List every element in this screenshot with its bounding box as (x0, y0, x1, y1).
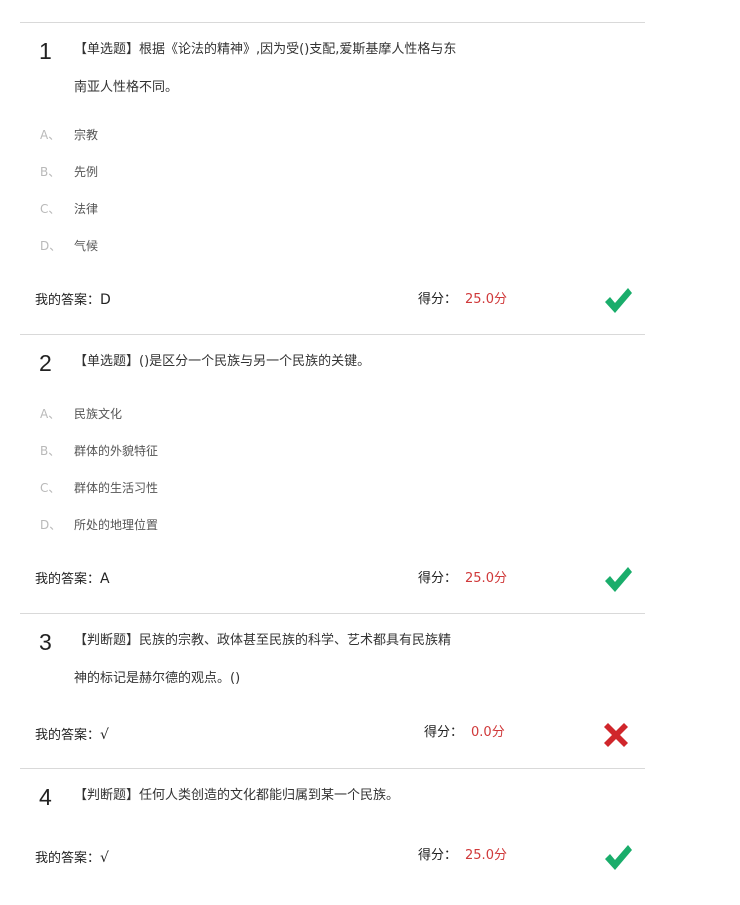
my-answer-value: √ (100, 727, 109, 743)
question-number: 1 (39, 38, 52, 64)
score-value: 0.0分 (471, 725, 505, 740)
question-text-line: 【判断题】民族的宗教、政体甚至民族的科学、艺术都具有民族精 (74, 633, 452, 648)
score-label: 得分： (424, 725, 464, 740)
my-answer: 我的答案：√ (35, 849, 109, 868)
score: 得分： 25.0分 (418, 570, 507, 588)
question-text-line: 【判断题】任何人类创造的文化都能归属到某一个民族。 (74, 788, 400, 803)
my-answer-label: 我的答案： (35, 728, 101, 743)
option-text: 所处的地理位置 (74, 518, 159, 532)
option-text: 先例 (74, 165, 99, 179)
score-label: 得分： (418, 848, 458, 863)
my-answer-label: 我的答案： (35, 851, 101, 866)
divider (20, 613, 645, 614)
my-answer-value: A (100, 571, 110, 587)
option-text: 群体的生活习性 (74, 481, 159, 495)
option-text: 宗教 (74, 128, 99, 142)
question-text-line: 南亚人性格不同。 (74, 80, 179, 95)
question-number: 3 (39, 629, 52, 655)
cross-icon (604, 723, 628, 747)
question-text-line: 【单选题】()是区分一个民族与另一个民族的关键。 (74, 354, 371, 369)
check-icon (605, 567, 632, 592)
score-value: 25.0分 (465, 292, 507, 307)
score-value: 25.0分 (465, 848, 507, 863)
option-c[interactable]: C、 法律 (40, 200, 98, 218)
divider (20, 22, 645, 23)
question-number: 2 (39, 350, 52, 376)
question-text: 【单选题】()是区分一个民族与另一个民族的关键。 (74, 343, 494, 381)
option-letter: C、 (40, 202, 61, 216)
option-text: 法律 (74, 202, 99, 216)
score-label: 得分： (418, 571, 458, 586)
my-answer: 我的答案：A (35, 570, 110, 589)
option-text: 民族文化 (74, 407, 123, 421)
option-letter: B、 (40, 444, 61, 458)
option-b[interactable]: B、 先例 (40, 163, 98, 181)
option-d[interactable]: D、 所处的地理位置 (40, 516, 158, 534)
my-answer-value: D (100, 292, 111, 308)
question-text: 【判断题】任何人类创造的文化都能归属到某一个民族。 (74, 777, 494, 815)
score-label: 得分： (418, 292, 458, 307)
option-letter: A、 (40, 407, 61, 421)
my-answer-label: 我的答案： (35, 293, 101, 308)
my-answer-value: √ (100, 850, 109, 866)
option-c[interactable]: C、 群体的生活习性 (40, 479, 158, 497)
option-text: 群体的外貌特征 (74, 444, 159, 458)
my-answer: 我的答案：√ (35, 726, 109, 745)
option-a[interactable]: A、 宗教 (40, 126, 98, 144)
score: 得分： 25.0分 (418, 291, 507, 309)
quiz-results-page: 1 【单选题】根据《论法的精神》,因为受()支配,爱斯基摩人性格与东 南亚人性格… (0, 0, 740, 905)
option-letter: D、 (40, 518, 62, 532)
question-number: 4 (39, 784, 52, 810)
option-b[interactable]: B、 群体的外貌特征 (40, 442, 158, 460)
option-letter: B、 (40, 165, 61, 179)
score: 得分： 25.0分 (418, 847, 507, 865)
my-answer: 我的答案：D (35, 291, 111, 310)
option-letter: C、 (40, 481, 61, 495)
question-text-line: 神的标记是赫尔德的观点。() (74, 671, 241, 686)
score-value: 25.0分 (465, 571, 507, 586)
option-d[interactable]: D、 气候 (40, 237, 98, 255)
question-text: 【单选题】根据《论法的精神》,因为受()支配,爱斯基摩人性格与东 南亚人性格不同… (74, 31, 494, 107)
option-letter: A、 (40, 128, 61, 142)
check-icon (605, 845, 632, 870)
question-text: 【判断题】民族的宗教、政体甚至民族的科学、艺术都具有民族精 神的标记是赫尔德的观… (74, 622, 494, 698)
score: 得分： 0.0分 (424, 724, 505, 742)
my-answer-label: 我的答案： (35, 572, 101, 587)
option-a[interactable]: A、 民族文化 (40, 405, 122, 423)
question-text-line: 【单选题】根据《论法的精神》,因为受()支配,爱斯基摩人性格与东 (74, 42, 457, 57)
check-icon (605, 288, 632, 313)
option-text: 气候 (74, 239, 99, 253)
divider (20, 768, 645, 769)
divider (20, 334, 645, 335)
option-letter: D、 (40, 239, 62, 253)
